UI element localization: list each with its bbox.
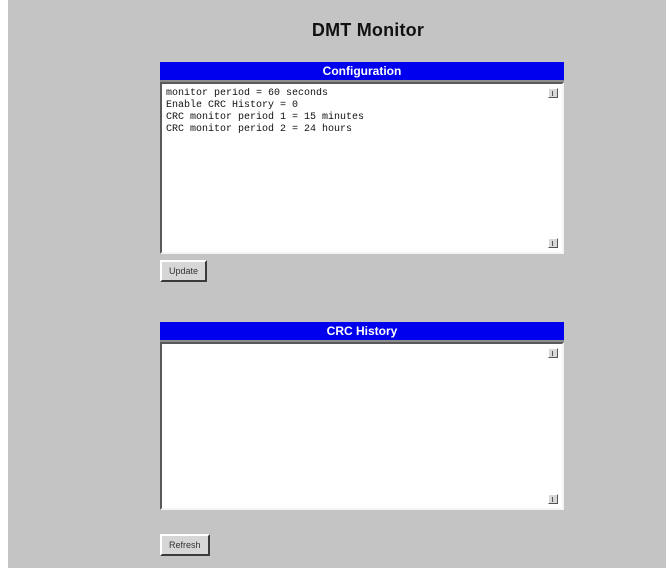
scroll-down-arrow-icon[interactable]: [548, 238, 558, 248]
crc-history-section: CRC History Refresh: [160, 322, 564, 556]
configuration-scrollbar[interactable]: [544, 84, 562, 252]
scroll-up-arrow-icon[interactable]: [548, 348, 558, 358]
configuration-header: Configuration: [160, 62, 564, 82]
scroll-up-arrow-icon[interactable]: [548, 88, 558, 98]
page-title: DMT Monitor: [311, 20, 425, 40]
configuration-textarea[interactable]: monitor period = 60 seconds Enable CRC H…: [160, 82, 564, 254]
configuration-text: monitor period = 60 seconds Enable CRC H…: [166, 88, 365, 135]
scroll-down-arrow-icon[interactable]: [548, 494, 558, 504]
refresh-button[interactable]: Refresh: [160, 534, 210, 556]
crc-history-text: [166, 348, 540, 504]
page-background: DMT Monitor Configuration monitor period…: [8, 0, 666, 568]
crc-history-scrollbar[interactable]: [544, 344, 562, 508]
crc-history-textarea[interactable]: [160, 342, 564, 510]
configuration-section: Configuration monitor period = 60 second…: [160, 62, 564, 282]
update-button[interactable]: Update: [160, 260, 208, 282]
crc-history-header: CRC History: [160, 322, 564, 342]
